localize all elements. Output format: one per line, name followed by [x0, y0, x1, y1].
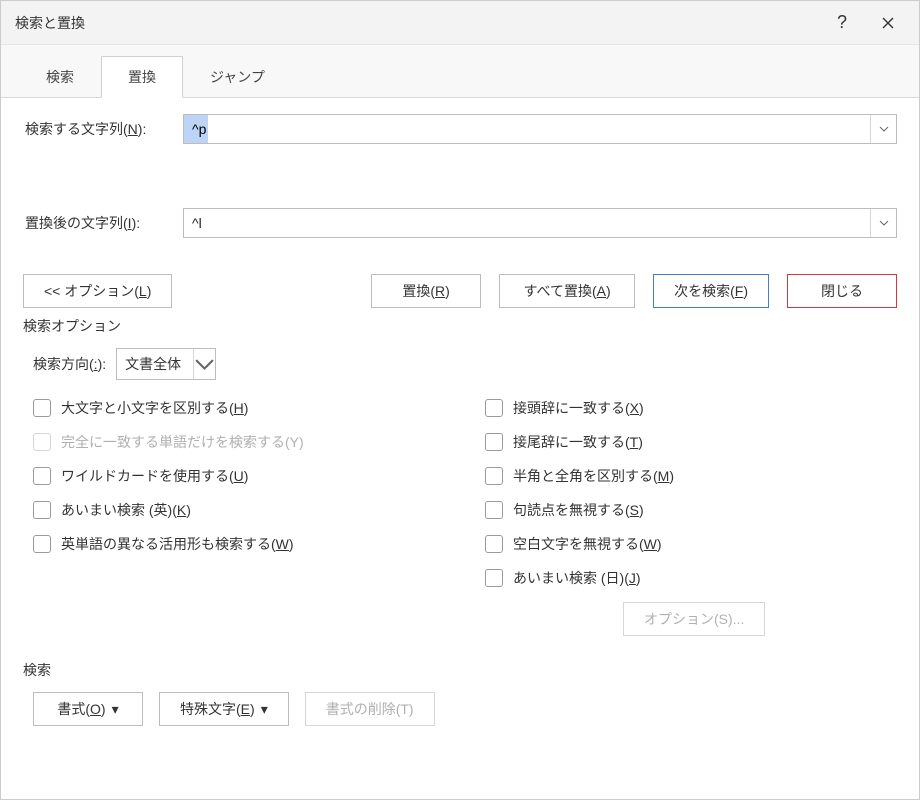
checkbox-item[interactable]: 空白文字を無視する(W) [485, 534, 897, 554]
checkbox-label: 接頭辞に一致する(X) [513, 398, 644, 418]
checkbox-left-column: 大文字と小文字を区別する(H) 完全に一致する単語だけを検索する(Y) ワイルドカー… [33, 398, 445, 588]
tab-search[interactable]: 検索 [19, 56, 101, 98]
checkbox-label: 接尾辞に一致する(T) [513, 432, 643, 452]
dialog-body: 検索する文字列(N): 置換後の文字列(I): [1, 97, 919, 799]
fuzzy-options-button: オプション(S)... [623, 602, 765, 636]
direction-row: 検索方向(:): 文書全体 [33, 348, 897, 380]
checkbox-box [485, 399, 503, 417]
dialog-title: 検索と置換 [15, 13, 819, 33]
checkbox-box [33, 535, 51, 553]
tab-jump[interactable]: ジャンプ [183, 56, 292, 98]
checkbox-item[interactable]: 接尾辞に一致する(T) [485, 432, 897, 452]
caret-down-icon: ▾ [261, 701, 268, 718]
find-combo [183, 114, 897, 144]
replace-all-button[interactable]: すべて置換(A) [499, 274, 635, 308]
bottom-buttons: 書式(O)▾ 特殊文字(E)▾ 書式の削除(T) [23, 692, 897, 726]
checkbox-item[interactable]: ワイルドカードを使用する(U) [33, 466, 445, 486]
checkbox-box [485, 467, 503, 485]
caret-down-icon: ▾ [112, 701, 119, 718]
find-replace-dialog: 検索と置換 ? 検索 置換 ジャンプ 検索する文字列(N): 置換後の文字列(I… [0, 0, 920, 800]
find-input[interactable] [184, 115, 870, 143]
close-button[interactable]: 閉じる [787, 274, 897, 308]
special-button[interactable]: 特殊文字(E)▾ [159, 692, 289, 726]
find-row: 検索する文字列(N): [23, 114, 897, 144]
replace-row: 置換後の文字列(I): [23, 208, 897, 238]
direction-value: 文書全体 [125, 354, 181, 374]
help-button[interactable]: ? [819, 7, 865, 39]
tab-strip: 検索 置換 ジャンプ [1, 45, 919, 97]
checkbox-item[interactable]: 英単語の異なる活用形も検索する(W) [33, 534, 445, 554]
checkbox-item: 完全に一致する単語だけを検索する(Y) [33, 432, 445, 452]
checkbox-item[interactable]: あいまい検索 (日)(J) [485, 568, 897, 588]
checkbox-label: 句読点を無視する(S) [513, 500, 644, 520]
replace-label: 置換後の文字列(I): [23, 213, 171, 233]
checkbox-item[interactable]: 大文字と小文字を区別する(H) [33, 398, 445, 418]
checkbox-box [485, 501, 503, 519]
clear-format-button: 書式の削除(T) [305, 692, 435, 726]
checkbox-box [33, 433, 51, 451]
close-icon-button[interactable] [865, 7, 911, 39]
direction-label: 検索方向(:): [33, 354, 106, 374]
checkbox-label: あいまい検索 (日)(J) [513, 568, 641, 588]
search-options-label: 検索オプション [23, 316, 897, 336]
bottom-section: 検索 書式(O)▾ 特殊文字(E)▾ 書式の削除(T) [23, 660, 897, 726]
chevron-down-icon [879, 220, 889, 226]
checkbox-label: ワイルドカードを使用する(U) [61, 466, 248, 486]
find-label: 検索する文字列(N): [23, 119, 171, 139]
action-buttons: << オプション(L) 置換(R) すべて置換(A) 次を検索(F) 閉じる [23, 274, 897, 308]
direction-select[interactable]: 文書全体 [116, 348, 216, 380]
checkbox-item[interactable]: あいまい検索 (英)(K) [33, 500, 445, 520]
checkbox-right-column: 接頭辞に一致する(X) 接尾辞に一致する(T) 半角と全角を区別する(M) 句読点を無… [485, 398, 897, 588]
less-options-button[interactable]: << オプション(L) [23, 274, 172, 308]
find-next-button[interactable]: 次を検索(F) [653, 274, 769, 308]
checkbox-label: 大文字と小文字を区別する(H) [61, 398, 248, 418]
checkbox-item[interactable]: 半角と全角を区別する(M) [485, 466, 897, 486]
replace-combo [183, 208, 897, 238]
checkbox-box [485, 433, 503, 451]
replace-input[interactable] [184, 209, 870, 237]
bottom-label: 検索 [23, 660, 897, 680]
checkbox-box [485, 569, 503, 587]
checkbox-label: 英単語の異なる活用形も検索する(W) [61, 534, 294, 554]
format-button[interactable]: 書式(O)▾ [33, 692, 143, 726]
checkbox-item[interactable]: 接頭辞に一致する(X) [485, 398, 897, 418]
chevron-down-icon [879, 126, 889, 132]
chevron-down-icon [194, 358, 215, 371]
checkbox-box [33, 501, 51, 519]
direction-dropdown-icon [193, 349, 215, 379]
tab-replace[interactable]: 置換 [101, 56, 183, 98]
replace-button[interactable]: 置換(R) [371, 274, 481, 308]
checkbox-label: あいまい検索 (英)(K) [61, 500, 191, 520]
checkbox-label: 完全に一致する単語だけを検索する(Y) [61, 432, 304, 452]
find-dropdown-button[interactable] [870, 115, 896, 143]
checkbox-grid: 大文字と小文字を区別する(H) 完全に一致する単語だけを検索する(Y) ワイルドカー… [23, 398, 897, 588]
titlebar: 検索と置換 ? [1, 1, 919, 45]
checkbox-label: 半角と全角を区別する(M) [513, 466, 674, 486]
replace-dropdown-button[interactable] [870, 209, 896, 237]
checkbox-label: 空白文字を無視する(W) [513, 534, 662, 554]
checkbox-box [33, 399, 51, 417]
checkbox-item[interactable]: 句読点を無視する(S) [485, 500, 897, 520]
checkbox-box [485, 535, 503, 553]
checkbox-box [33, 467, 51, 485]
